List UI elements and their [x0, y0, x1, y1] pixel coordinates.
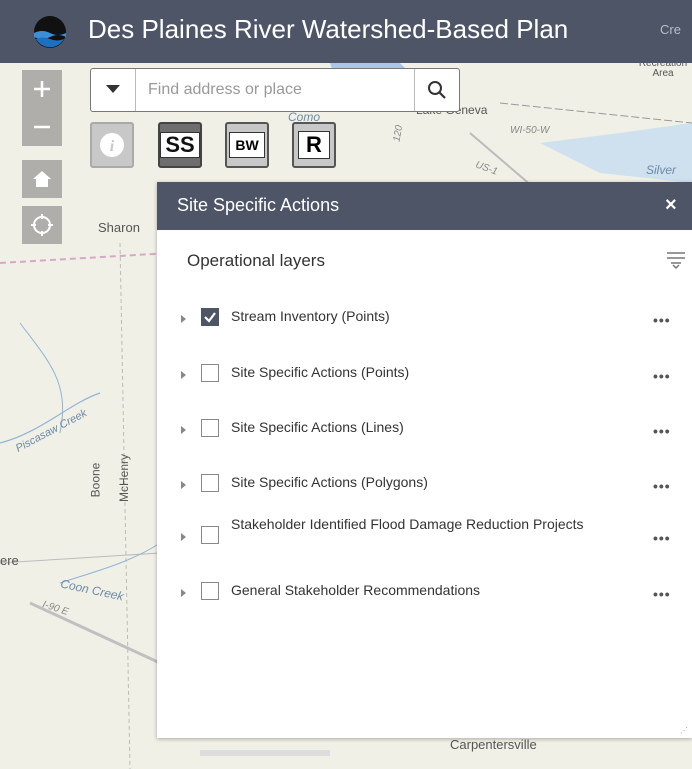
layer-row[interactable]: General Stakeholder Recommendations •••: [181, 578, 691, 614]
ss-label: SS: [160, 132, 200, 158]
bw-label: BW: [229, 132, 265, 158]
header-link-create[interactable]: Cre: [660, 22, 681, 37]
layer-row[interactable]: Site Specific Actions (Lines) •••: [181, 415, 691, 451]
map-label-sharon: Sharon: [98, 220, 140, 235]
layer-checkbox[interactable]: [201, 582, 219, 600]
layer-label: Stream Inventory (Points): [231, 308, 390, 324]
panel-title: Site Specific Actions: [177, 195, 340, 215]
more-options-icon[interactable]: •••: [653, 530, 671, 546]
layer-checkbox[interactable]: [201, 526, 219, 544]
home-button[interactable]: [22, 160, 62, 198]
app-title: Des Plaines River Watershed-Based Plan: [88, 14, 569, 44]
map-label-carpentersville: Carpentersville: [450, 737, 537, 752]
zoom-in-button[interactable]: [22, 70, 62, 108]
layer-label: Site Specific Actions (Lines): [231, 419, 404, 435]
expand-arrow-icon[interactable]: [181, 426, 186, 434]
layer-label: Stakeholder Identified Flood Damage Redu…: [231, 516, 584, 532]
map-label-recreation-area: Recreation Area: [638, 63, 688, 79]
r-label: R: [298, 131, 330, 159]
more-options-icon[interactable]: •••: [653, 368, 671, 384]
search-icon: [428, 81, 446, 99]
layer-row[interactable]: Stream Inventory (Points) •••: [181, 304, 691, 340]
resize-handle-icon[interactable]: ⋰: [680, 726, 688, 735]
more-options-icon[interactable]: •••: [653, 478, 671, 494]
more-options-icon[interactable]: •••: [653, 423, 671, 439]
layer-checkbox[interactable]: [201, 419, 219, 437]
map-label-silver: Silver: [646, 163, 677, 177]
site-specific-widget-button[interactable]: SS: [158, 122, 202, 168]
search-button[interactable]: [414, 69, 459, 111]
layer-label: Site Specific Actions (Polygons): [231, 474, 428, 490]
svg-text:i: i: [110, 138, 115, 155]
search-bar: [90, 68, 460, 112]
layer-row[interactable]: Site Specific Actions (Polygons) •••: [181, 470, 691, 506]
search-input[interactable]: [136, 69, 414, 111]
home-icon: [33, 171, 51, 187]
expand-arrow-icon[interactable]: [181, 589, 186, 597]
locate-icon: [31, 214, 53, 236]
map-label-mchenry: McHenry: [117, 453, 132, 503]
zoom-out-button[interactable]: [22, 108, 62, 146]
info-widget-button[interactable]: i: [90, 122, 134, 168]
layer-options-icon[interactable]: [665, 248, 687, 270]
bw-widget-button[interactable]: BW: [225, 122, 269, 168]
checkmark-icon: [204, 312, 216, 323]
more-options-icon[interactable]: •••: [653, 312, 671, 328]
info-icon: i: [100, 133, 124, 157]
site-specific-actions-panel: Site Specific Actions × Operational laye…: [157, 182, 692, 738]
expand-arrow-icon[interactable]: [181, 371, 186, 379]
layer-checkbox[interactable]: [201, 474, 219, 492]
expand-arrow-icon[interactable]: [181, 533, 186, 541]
layer-checkbox[interactable]: [201, 308, 219, 326]
plus-icon: [34, 81, 50, 97]
close-icon[interactable]: ×: [665, 194, 677, 217]
r-widget-button[interactable]: R: [292, 122, 336, 168]
layer-label: General Stakeholder Recommendations: [231, 582, 481, 598]
map-label-wi50: WI-50-W: [510, 125, 550, 136]
map-label-ere: ere: [0, 553, 19, 568]
caret-down-icon: [106, 85, 120, 93]
layer-label: Site Specific Actions (Points): [231, 364, 410, 380]
expand-arrow-icon[interactable]: [181, 315, 186, 323]
operational-layers-title: Operational layers: [187, 251, 325, 270]
expand-arrow-icon[interactable]: [181, 481, 186, 489]
app-header: Des Plaines River Watershed-Based Plan C…: [0, 0, 692, 63]
layer-row[interactable]: Stakeholder Identified Flood Damage Redu…: [181, 516, 691, 560]
more-options-icon[interactable]: •••: [653, 586, 671, 602]
locate-button[interactable]: [22, 206, 62, 244]
minus-icon: [34, 125, 50, 129]
search-source-dropdown[interactable]: [91, 69, 136, 111]
layer-row[interactable]: Site Specific Actions (Points) •••: [181, 360, 691, 396]
panel-header: Site Specific Actions ×: [157, 182, 692, 230]
layer-checkbox[interactable]: [201, 364, 219, 382]
watershed-logo-icon: [34, 16, 66, 48]
map-label-boone: Boone: [88, 462, 103, 498]
